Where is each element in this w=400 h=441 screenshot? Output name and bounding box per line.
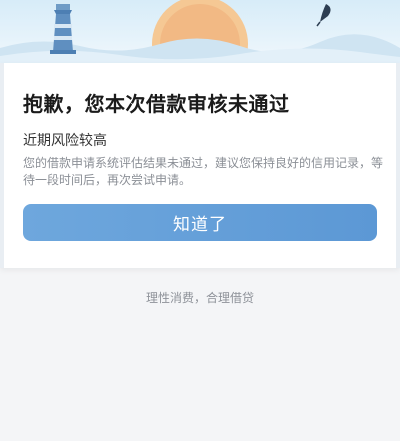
banner-illustration <box>0 0 400 66</box>
rejection-description: 您的借款申请系统评估结果未通过，建议您保持良好的信用记录，等待一段时间后，再次尝… <box>23 156 384 187</box>
footer-slogan: 理性消费，合理借贷 <box>145 291 254 305</box>
lighthouse-icon <box>50 4 76 54</box>
quill-icon <box>316 4 331 27</box>
header-banner <box>0 0 400 66</box>
page-title: 抱歉，您本次借款审核未通过 <box>23 92 290 116</box>
rejection-reason: 近期风险较高 <box>23 133 107 149</box>
confirm-button[interactable]: 知道了 <box>23 204 377 241</box>
